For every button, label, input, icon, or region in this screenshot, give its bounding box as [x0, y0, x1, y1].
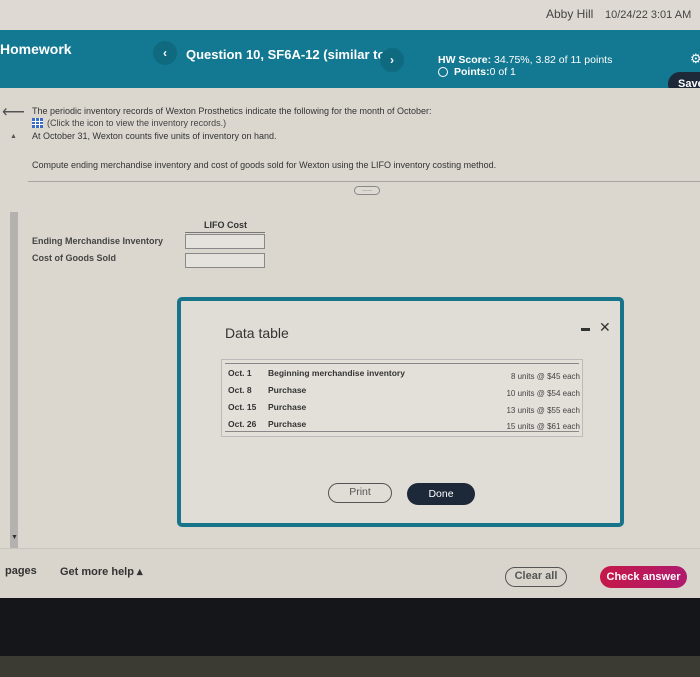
header-bar: Homework ‹ Question 10, SF6A-12 (similar…: [0, 30, 700, 96]
done-button[interactable]: Done: [407, 483, 475, 505]
next-question-button[interactable]: ›: [380, 48, 404, 72]
chevron-right-icon: ›: [390, 53, 394, 67]
laptop-body: [0, 656, 700, 677]
screen-bezel: [0, 598, 700, 656]
ending-inventory-input[interactable]: [185, 234, 265, 249]
click-icon-hint: (Click the icon to view the inventory re…: [47, 118, 227, 128]
cogs-input[interactable]: [185, 253, 265, 268]
homework-title[interactable]: Homework: [0, 41, 72, 57]
datetime: 10/24/22 3:01 AM: [605, 9, 692, 21]
hw-score: HW Score: 34.75%, 3.82 of 11 points: [438, 54, 612, 66]
previous-question-button[interactable]: ‹: [153, 41, 177, 65]
modal-title: Data table: [225, 325, 289, 341]
cogs-label: Cost of Goods Sold: [32, 253, 116, 263]
data-table-icon[interactable]: [32, 118, 43, 128]
check-answer-button[interactable]: Check answer: [600, 566, 687, 588]
row-date: Oct. 15: [228, 402, 257, 412]
row-date: Oct. 26: [228, 419, 257, 429]
row-description: Beginning merchandise inventory: [268, 368, 405, 378]
points-label: Points:: [454, 66, 490, 78]
lifo-cost-header: LIFO Cost: [204, 220, 247, 230]
table-row: Oct. 15 Purchase 13 units @ $55 each: [228, 402, 580, 418]
question-line-1: The periodic inventory records of Wexton…: [32, 106, 432, 116]
header-underline: [185, 232, 265, 233]
row-description: Purchase: [268, 419, 307, 429]
divider: [28, 181, 700, 182]
question-line-2: (Click the icon to view the inventory re…: [32, 118, 226, 128]
table-row: Oct. 26 Purchase 15 units @ $61 each: [228, 419, 580, 435]
scroll-down-icon[interactable]: ▼: [11, 534, 18, 541]
data-table-modal: Data table ✕ Oct. 1 Beginning merchandis…: [177, 297, 624, 527]
inventory-records-table: Oct. 1 Beginning merchandise inventory 8…: [221, 359, 583, 437]
points-value: 0 of 1: [489, 66, 516, 78]
table-row: Oct. 1 Beginning merchandise inventory 8…: [228, 368, 580, 384]
user-name: Abby Hill: [546, 7, 594, 21]
expand-more-button[interactable]: .....: [354, 186, 380, 195]
scroll-up-icon[interactable]: ▲: [10, 133, 17, 140]
row-date: Oct. 8: [228, 385, 252, 395]
question-instruction: Compute ending merchandise inventory and…: [32, 160, 497, 170]
table-row: Oct. 8 Purchase 10 units @ $54 each: [228, 385, 580, 401]
close-icon[interactable]: ✕: [599, 319, 611, 336]
print-button[interactable]: Print: [328, 483, 392, 503]
circle-status-icon: [438, 67, 448, 77]
row-detail: 8 units @ $45 each: [510, 372, 580, 381]
get-more-help-link[interactable]: Get more help ▴: [60, 565, 143, 578]
hw-score-label: HW Score:: [438, 54, 492, 66]
pages-link[interactable]: pages: [5, 565, 37, 577]
row-detail: 10 units @ $54 each: [506, 389, 580, 398]
ending-inventory-label: Ending Merchandise Inventory: [32, 236, 164, 246]
row-detail: 15 units @ $61 each: [506, 422, 580, 431]
points: Points: 0 of 1: [438, 66, 516, 78]
minimize-icon[interactable]: [581, 328, 590, 331]
question-line-3: At October 31, Wexton counts five units …: [32, 131, 277, 141]
footer-bar: pages Get more help ▴ Clear all Check an…: [0, 548, 700, 598]
left-scrollbar[interactable]: [10, 212, 18, 562]
row-date: Oct. 1: [228, 368, 252, 378]
row-detail: 13 units @ $55 each: [506, 406, 580, 415]
hw-score-value: 34.75%, 3.82 of 11 points: [491, 54, 613, 66]
row-description: Purchase: [268, 402, 307, 412]
top-strip: Abby Hill 10/24/22 3:01 AM: [0, 0, 700, 30]
clear-all-button[interactable]: Clear all: [505, 567, 567, 587]
back-arrow-icon[interactable]: ⟵: [2, 102, 25, 122]
question-content: ⟵ ▲ ▼ The periodic inventory records of …: [0, 88, 700, 562]
gear-icon[interactable]: ⚙: [690, 51, 700, 67]
chevron-left-icon: ‹: [163, 46, 167, 60]
question-title: Question 10, SF6A-12 (similar to): [186, 47, 390, 62]
row-description: Purchase: [268, 385, 307, 395]
